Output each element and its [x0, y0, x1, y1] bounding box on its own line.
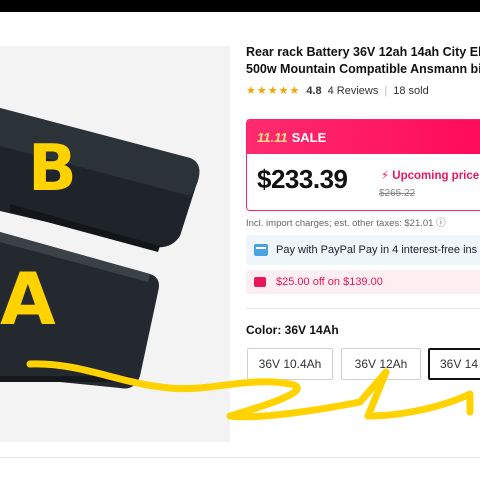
- sale-price-box: 11.11 SALE $233.39 ⚡ Upcoming price $265…: [246, 119, 480, 211]
- sale-tag: 11.11: [257, 129, 288, 145]
- top-black-bar: [0, 0, 480, 12]
- product-page: Rear rack Battery 36V 12ah 14ah City Ele…: [0, 12, 480, 480]
- sale-banner: 11.11 SALE: [247, 120, 480, 154]
- sale-label: SALE: [291, 129, 327, 145]
- card-icon: [254, 244, 268, 256]
- separator: |: [384, 84, 388, 97]
- color-option-14ah-selected[interactable]: 36V 14: [428, 348, 480, 380]
- bottom-divider: [0, 457, 480, 458]
- battery-illustration: [0, 108, 200, 389]
- coupon-offer[interactable]: $25.00 off on $139.00: [246, 270, 480, 294]
- product-title-line-1[interactable]: Rear rack Battery 36V 12ah 14ah City Ele: [246, 44, 480, 61]
- product-title-line-2[interactable]: 500w Mountain Compatible Ansmann bil: [246, 61, 480, 78]
- current-price: $233.39: [257, 164, 348, 194]
- color-label: Color: 36V 14Ah: [246, 323, 339, 337]
- paypal-installments[interactable]: Pay with PayPal Pay in 4 interest-free i…: [246, 235, 480, 265]
- sold-count: 18 sold: [393, 84, 429, 97]
- section-divider: [246, 308, 480, 309]
- rating-row: ★★★★★ 4.8 4 Reviews | 18 sold: [246, 84, 480, 98]
- price-row: $233.39 ⚡ Upcoming price $265.22: [247, 154, 480, 210]
- coupon-icon: [254, 277, 266, 287]
- product-info: Rear rack Battery 36V 12ah 14ah City Ele…: [246, 44, 480, 97]
- original-price: $265.22: [379, 188, 416, 199]
- rating-value: 4.8: [306, 84, 322, 97]
- paypal-text: Pay with PayPal Pay in 4 interest-free i…: [276, 244, 478, 256]
- product-image[interactable]: [0, 46, 230, 442]
- color-option-12ah[interactable]: 36V 12Ah: [341, 348, 421, 380]
- tax-info: Incl. import charges; est. other taxes: …: [246, 218, 446, 229]
- upcoming-price-link[interactable]: ⚡ Upcoming price: [381, 168, 479, 182]
- color-option-10-4ah[interactable]: 36V 10.4Ah: [247, 348, 333, 380]
- coupon-text: $25.00 off on $139.00: [276, 276, 383, 288]
- star-rating-icon: ★★★★★: [246, 85, 301, 97]
- reviews-link[interactable]: 4 Reviews: [328, 85, 379, 97]
